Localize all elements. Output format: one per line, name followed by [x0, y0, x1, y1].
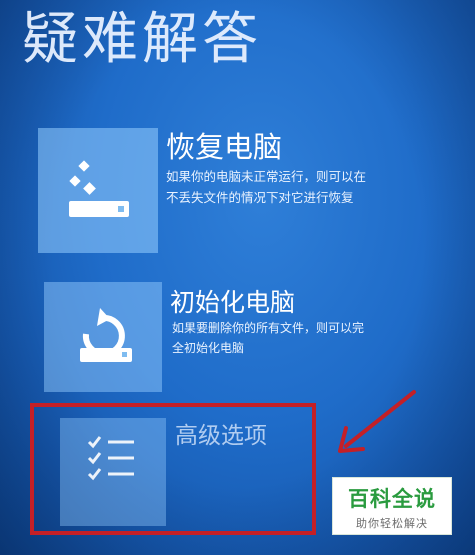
- red-arrow-icon: [338, 390, 416, 453]
- watermark-subtitle: 助你轻松解决: [356, 517, 428, 530]
- watermark-logo: 百科全说 助你轻松解决: [332, 477, 452, 535]
- watermark-title: 百科全说: [348, 487, 436, 511]
